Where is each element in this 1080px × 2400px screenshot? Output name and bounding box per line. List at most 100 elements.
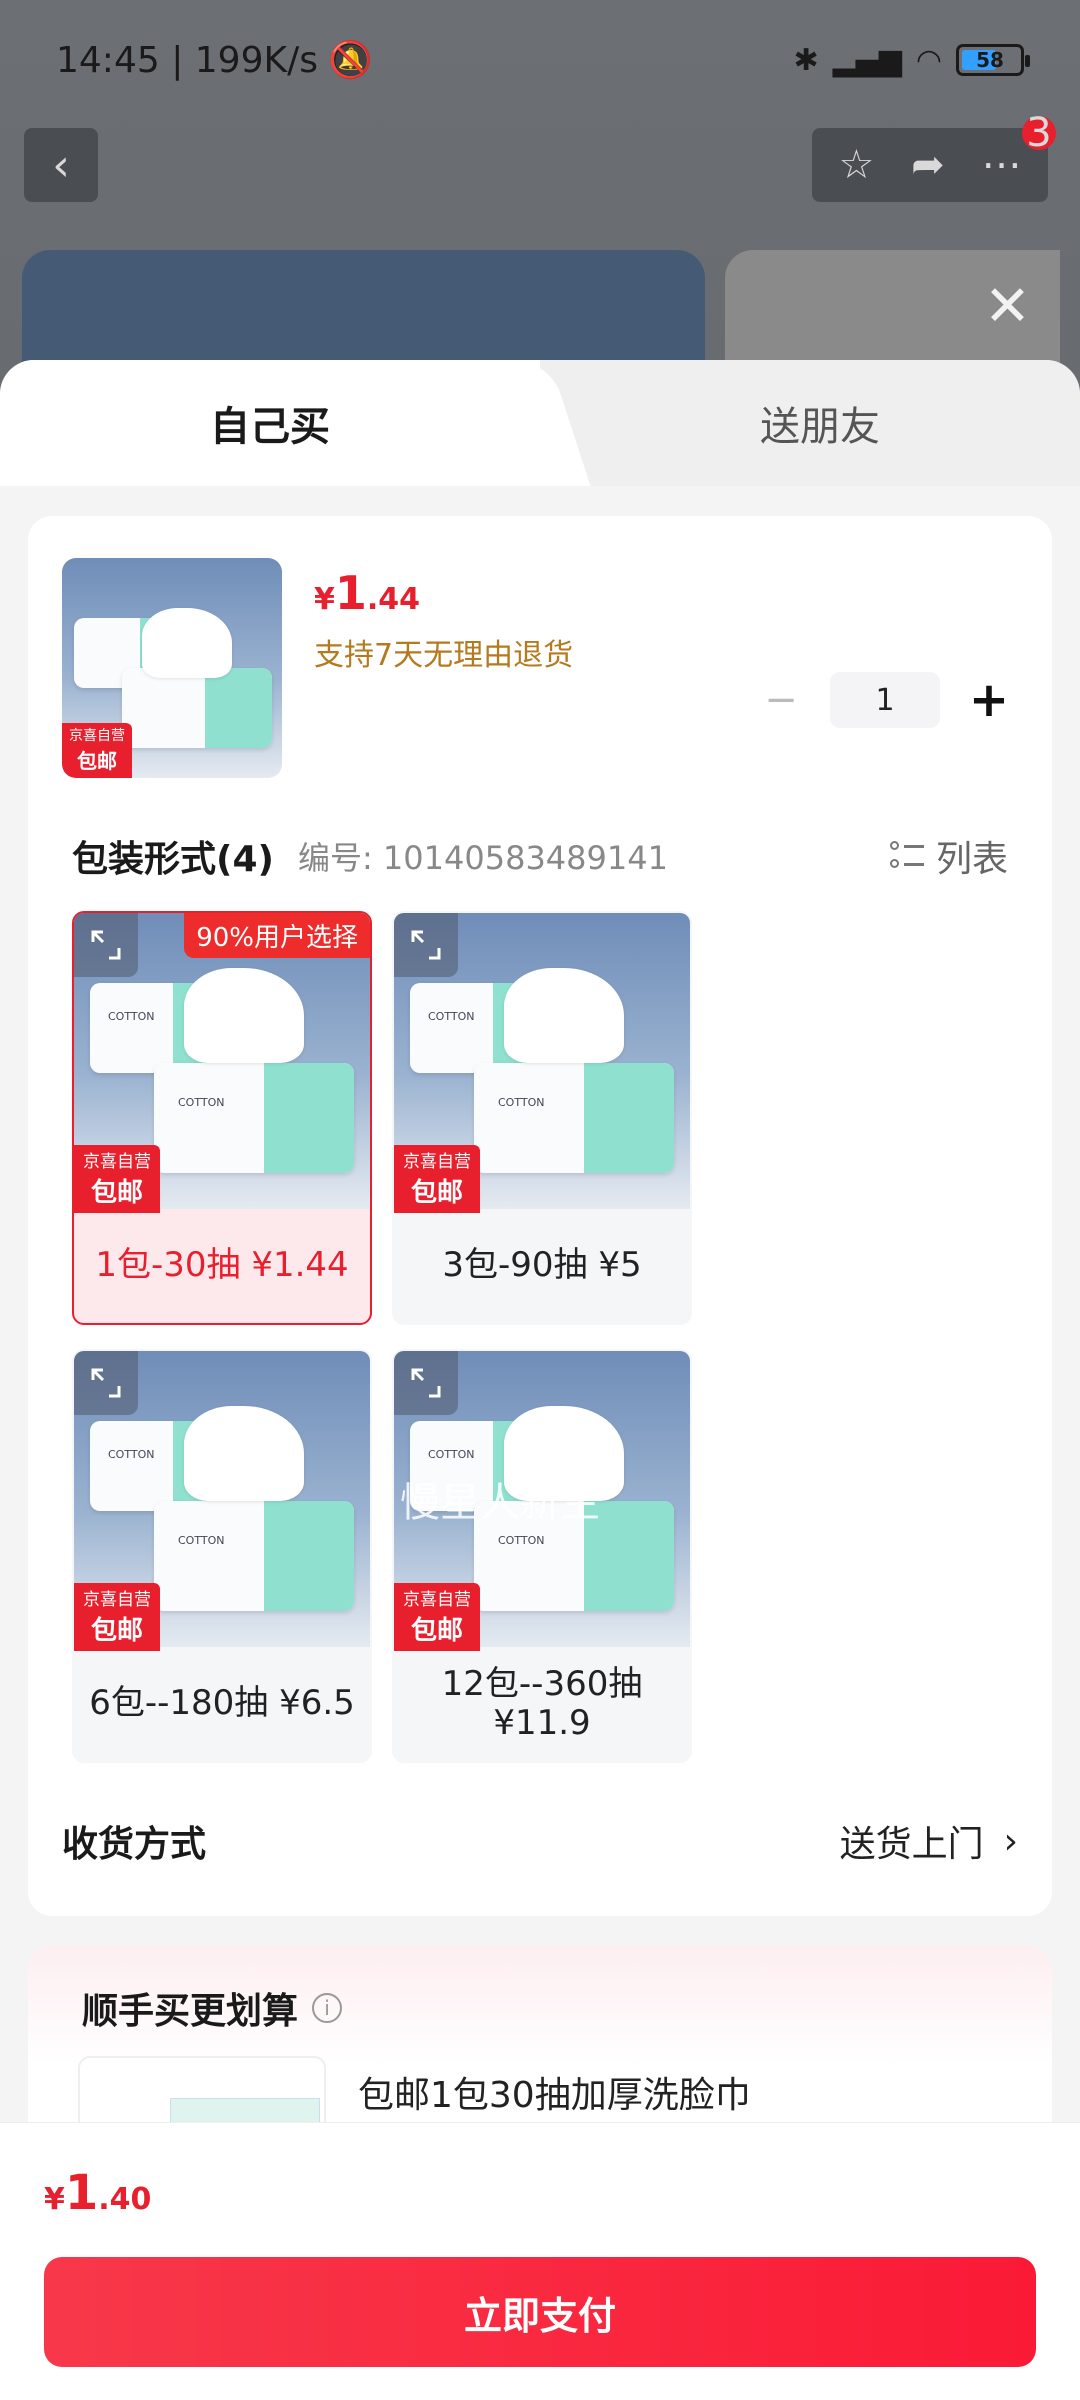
option-label: 12包--360抽 ¥11.9 [441, 1663, 643, 1743]
status-time: 14:45 | 199K/s [56, 39, 318, 81]
addon-title: 顺手买更划算 i [82, 1982, 343, 2034]
tab-buy-self[interactable]: 自己买 [0, 360, 540, 486]
package-shape [122, 668, 272, 748]
price-currency: ¥ [314, 582, 335, 617]
addon-title-text: 顺手买更划算 [82, 1991, 299, 2032]
package-brand: COTTON [498, 1096, 545, 1109]
expand-icon[interactable] [394, 1351, 458, 1415]
package-brand: COTTON [428, 1448, 475, 1461]
chevron-right-icon: › [1003, 1820, 1018, 1862]
option-label: 1包-30抽 ¥1.44 [95, 1245, 349, 1286]
quantity-stepper: − 1 + [756, 672, 1014, 728]
delivery-method-row[interactable]: 收货方式 送货上门 › [62, 1806, 1018, 1876]
addon-item-name[interactable]: 包邮1包30抽加厚洗脸巾 [358, 2066, 751, 2118]
tab-gift-friend[interactable]: 送朋友 [560, 360, 1080, 486]
spec-option[interactable]: COTTON COTTON 京喜自营 包邮 12包--360抽 ¥11.9 [392, 1349, 692, 1763]
total-decimal: .40 [98, 2182, 152, 2217]
package-shape: COTTON [474, 1063, 674, 1173]
list-icon [889, 839, 924, 873]
expand-icon[interactable] [74, 1351, 138, 1415]
total-price: ¥1.40 [44, 2165, 151, 2221]
jd-self-run-tag: 京喜自营 包邮 [74, 1145, 160, 1213]
popular-tag: 90%用户选择 [184, 913, 370, 958]
battery-level: 58 [976, 48, 1004, 72]
package-brand: COTTON [498, 1534, 545, 1547]
spec-header: 包装形式(4) 编号: 10140583489141 列表 [72, 826, 1008, 886]
top-actions: ☆ ➦ ⋯ 3 [812, 110, 1056, 202]
spec-option[interactable]: COTTON COTTON 京喜自营 包邮 6包--180抽 ¥6.5 [72, 1349, 372, 1763]
package-shape: COTTON [154, 1501, 354, 1611]
signal-icon: ▂▄▆ [832, 42, 902, 78]
minus-button[interactable]: − [756, 677, 806, 723]
jd-tag-line1: 京喜自营 [74, 1145, 160, 1172]
expand-icon[interactable] [394, 913, 458, 977]
spec-title: 包装形式(4) [72, 839, 274, 880]
jd-tag-line1: 京喜自营 [62, 723, 132, 745]
tab-bar: 自己买 送朋友 [0, 360, 1080, 486]
price-decimal: .44 [366, 582, 421, 617]
battery-icon: 58 [956, 44, 1030, 76]
pay-now-button[interactable]: 立即支付 [44, 2257, 1036, 2367]
price-integer: 1 [334, 566, 367, 620]
jd-tag-line1: 京喜自营 [394, 1145, 480, 1172]
total-integer: 1 [64, 2165, 99, 2221]
status-right: ✱ ▂▄▆ ◠ 58 [793, 42, 1030, 78]
tissue-shape [184, 1406, 304, 1501]
jd-self-run-tag: 京喜自营 包邮 [394, 1145, 480, 1213]
close-icon[interactable]: ✕ [984, 274, 1031, 339]
back-button[interactable]: ‹ [24, 128, 98, 202]
purchase-sheet: 自己买 送朋友 京喜自营 包邮 ¥1.44 支持7天无理由退货 − 1 + 包装… [0, 360, 1080, 2400]
list-view-toggle[interactable]: 列表 [889, 830, 1008, 882]
list-toggle-label: 列表 [935, 839, 1008, 880]
more-icon[interactable]: ⋯ [982, 142, 1022, 188]
jd-tag-line1: 京喜自营 [74, 1583, 160, 1610]
tab-label: 送朋友 [760, 404, 880, 450]
spec-option[interactable]: 90%用户选择 COTTON COTTON 京喜自营 包邮 1包-30抽 ¥1.… [72, 911, 372, 1325]
status-bar: 14:45 | 199K/s 🔕 ✱ ▂▄▆ ◠ 58 [0, 0, 1080, 120]
jd-tag-line2: 包邮 [74, 1172, 160, 1213]
jd-tag-line2: 包邮 [394, 1172, 480, 1213]
product-thumbnail[interactable]: 京喜自营 包邮 [62, 558, 282, 778]
tissue-shape [184, 968, 304, 1063]
tissue-shape [142, 608, 232, 678]
share-icon[interactable]: ➦ [911, 142, 945, 188]
product-code: 编号: 10140583489141 [297, 839, 668, 877]
option-label: 6包--180抽 ¥6.5 [89, 1683, 355, 1724]
jd-self-run-tag: 京喜自营 包邮 [394, 1583, 480, 1651]
product-price: ¥1.44 [314, 566, 420, 620]
mute-bell-icon: 🔕 [327, 40, 373, 81]
star-icon[interactable]: ☆ [838, 142, 874, 188]
expand-icon[interactable] [74, 913, 138, 977]
bluetooth-icon: ✱ [793, 42, 819, 78]
notification-badge: 3 [1022, 110, 1056, 156]
tab-label: 自己买 [210, 404, 330, 450]
tissue-shape [504, 968, 624, 1063]
info-icon[interactable]: i [312, 1993, 343, 2023]
watermark: 慢星人新生 [400, 1480, 600, 1526]
checkout-bar: ¥1.40 立即支付 [0, 2122, 1080, 2400]
jd-tag-line1: 京喜自营 [394, 1583, 480, 1610]
package-brand: COTTON [108, 1010, 155, 1023]
delivery-value: 送货上门 [839, 1824, 984, 1865]
product-card: 京喜自营 包邮 ¥1.44 支持7天无理由退货 − 1 + 包装形式(4) 编号… [28, 516, 1052, 1916]
package-brand: COTTON [108, 1448, 155, 1461]
spec-option[interactable]: COTTON COTTON 京喜自营 包邮 3包-90抽 ¥5 [392, 911, 692, 1325]
package-brand: COTTON [428, 1010, 475, 1023]
package-brand: COTTON [178, 1534, 225, 1547]
jd-tag-line2: 包邮 [62, 745, 132, 778]
jd-self-run-tag: 京喜自营 包邮 [74, 1583, 160, 1651]
jd-tag-line2: 包邮 [74, 1610, 160, 1651]
option-label: 3包-90抽 ¥5 [442, 1245, 642, 1286]
jd-self-run-tag: 京喜自营 包邮 [62, 723, 132, 778]
package-brand: COTTON [178, 1096, 225, 1109]
plus-button[interactable]: + [964, 672, 1014, 728]
delivery-label: 收货方式 [62, 1824, 207, 1865]
total-currency: ¥ [44, 2182, 65, 2217]
chevron-left-icon: ‹ [52, 139, 70, 191]
wifi-icon: ◠ [915, 42, 942, 78]
jd-tag-line2: 包邮 [394, 1610, 480, 1651]
return-policy: 支持7天无理由退货 [314, 638, 574, 673]
package-shape: COTTON [154, 1063, 354, 1173]
quantity-value[interactable]: 1 [830, 672, 940, 728]
status-left: 14:45 | 199K/s 🔕 [56, 39, 373, 82]
